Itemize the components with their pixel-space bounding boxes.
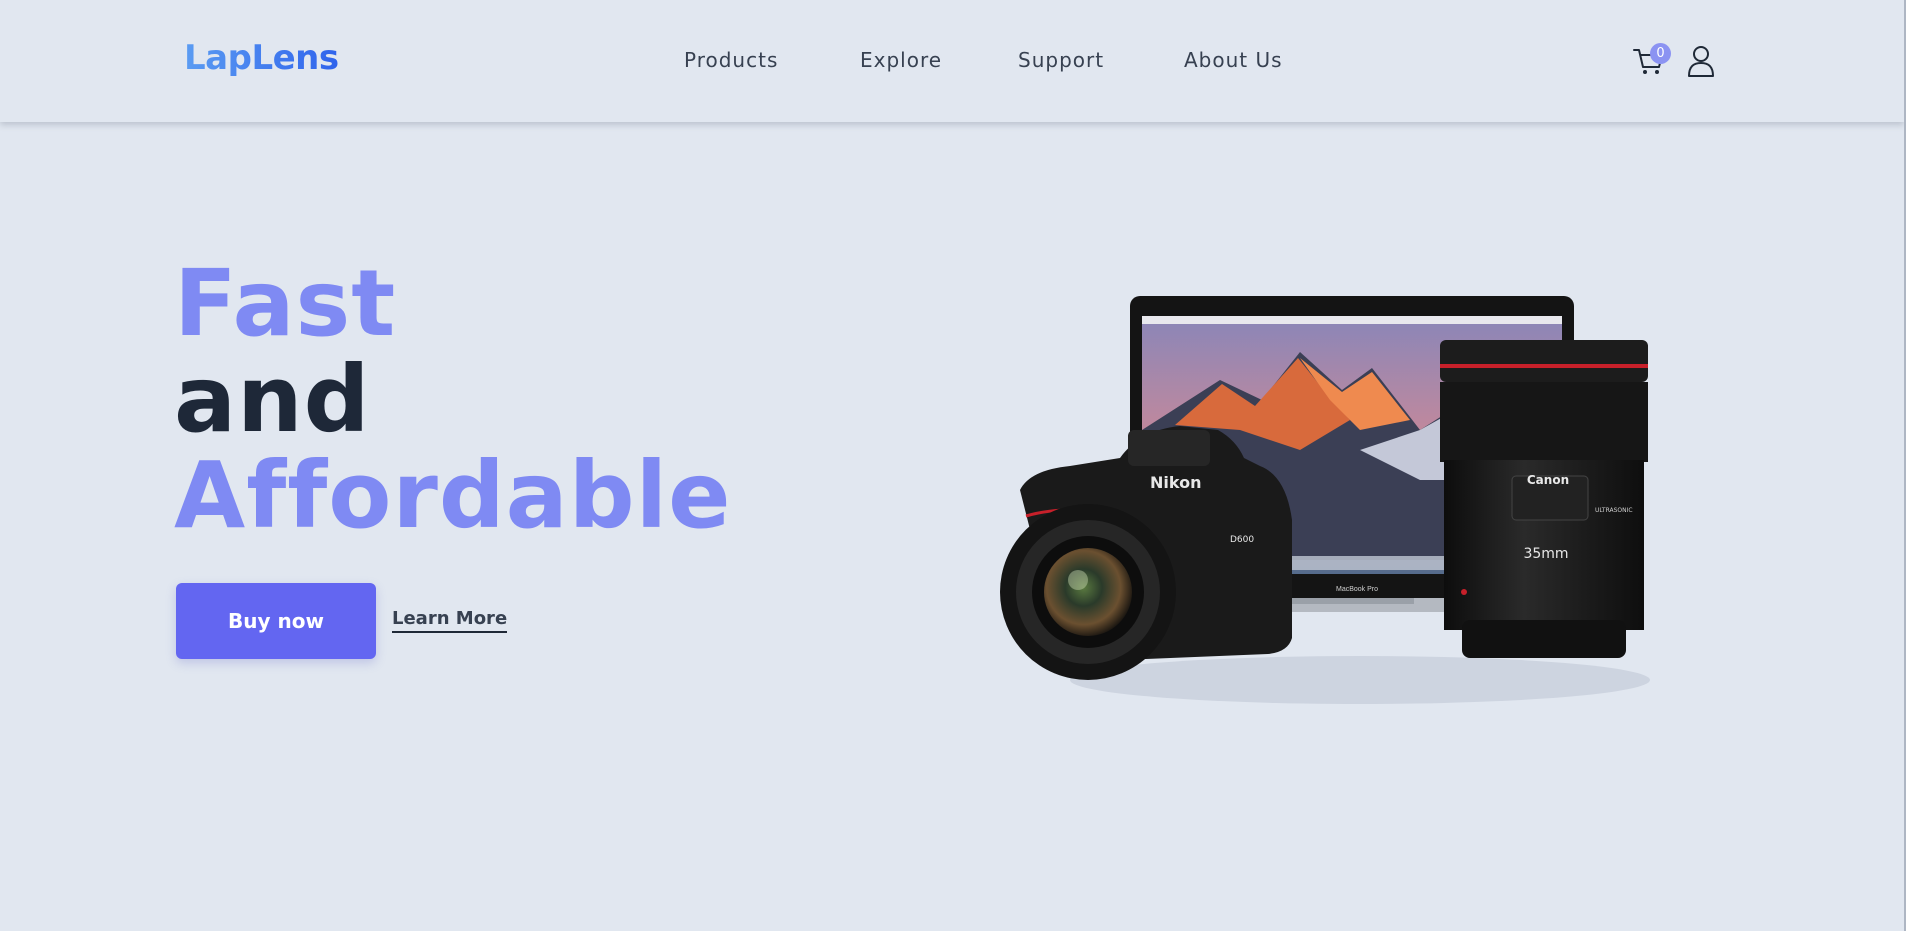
lens-focal-label: 35mm xyxy=(1523,546,1568,562)
hero-headline-line-3: Affordable xyxy=(174,442,732,549)
learn-more-link[interactable]: Learn More xyxy=(392,608,508,633)
lens-brand-label: Canon xyxy=(1527,473,1569,487)
nav-link-products[interactable]: Products xyxy=(684,48,778,72)
lens-tag-label: ULTRASONIC xyxy=(1595,507,1633,514)
laptop-label: MacBook Pro xyxy=(1336,586,1378,593)
lens-image: Canon 35mm ULTRASONIC xyxy=(1440,340,1648,658)
camera-model-label: D600 xyxy=(1230,535,1254,545)
nav-link-support[interactable]: Support xyxy=(1018,48,1104,72)
cart-count-badge: 0 xyxy=(1650,43,1671,64)
site-header: LapLens Products Explore Support About U… xyxy=(0,0,1904,122)
product-hero-image: MacBook Pro Nikon D600 Canon 35mm ULTRAS xyxy=(1000,296,1650,704)
buy-now-button[interactable]: Buy now xyxy=(176,583,376,659)
nav-link-about-us[interactable]: About Us xyxy=(1184,48,1283,72)
camera-image: Nikon D600 xyxy=(1000,426,1292,680)
camera-brand-label: Nikon xyxy=(1150,473,1201,492)
hero-headline-line-1: Fast xyxy=(174,250,397,357)
logo[interactable]: LapLens xyxy=(184,38,339,78)
nav-link-explore[interactable]: Explore xyxy=(860,48,942,72)
user-icon[interactable] xyxy=(1686,44,1716,78)
hero-headline-line-2: and xyxy=(174,346,371,453)
